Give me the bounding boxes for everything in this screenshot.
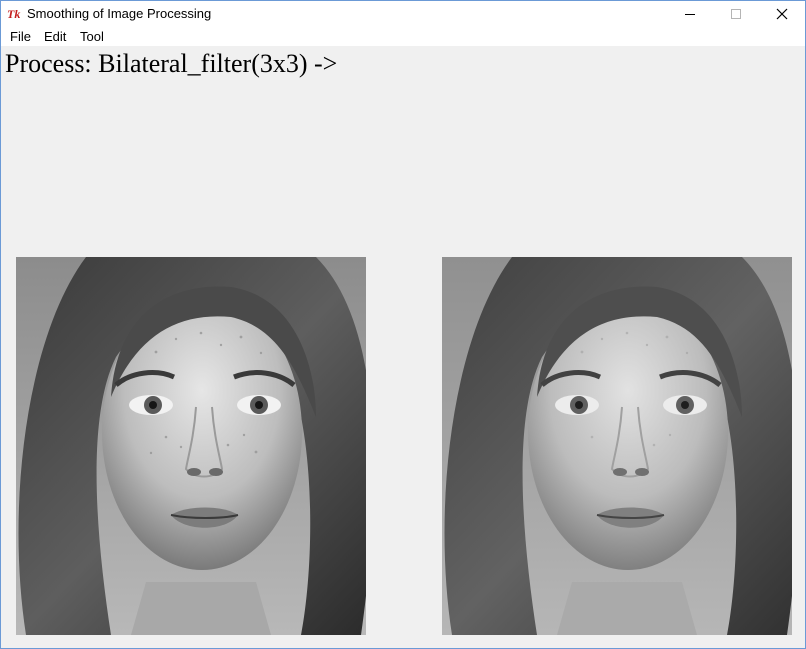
app-window: Tk Smoothing of Image Processing File Ed… bbox=[0, 0, 806, 649]
original-image bbox=[16, 257, 366, 635]
minimize-button[interactable] bbox=[667, 1, 713, 27]
menu-file[interactable]: File bbox=[7, 28, 34, 45]
maximize-button[interactable] bbox=[713, 1, 759, 27]
portrait-image bbox=[16, 257, 366, 635]
menu-tool[interactable]: Tool bbox=[77, 28, 107, 45]
maximize-icon bbox=[731, 9, 741, 19]
process-label: Process: Bilateral_filter(3x3) -> bbox=[5, 49, 338, 78]
window-title: Smoothing of Image Processing bbox=[27, 6, 212, 21]
title-bar[interactable]: Tk Smoothing of Image Processing bbox=[1, 1, 805, 27]
portrait-image bbox=[442, 257, 792, 635]
filtered-image bbox=[442, 257, 792, 635]
menu-bar: File Edit Tool bbox=[1, 27, 805, 46]
close-icon bbox=[776, 8, 788, 20]
tk-feather-icon: Tk bbox=[7, 7, 21, 21]
minimize-icon bbox=[685, 14, 695, 15]
menu-edit[interactable]: Edit bbox=[41, 28, 69, 45]
close-button[interactable] bbox=[759, 1, 805, 27]
